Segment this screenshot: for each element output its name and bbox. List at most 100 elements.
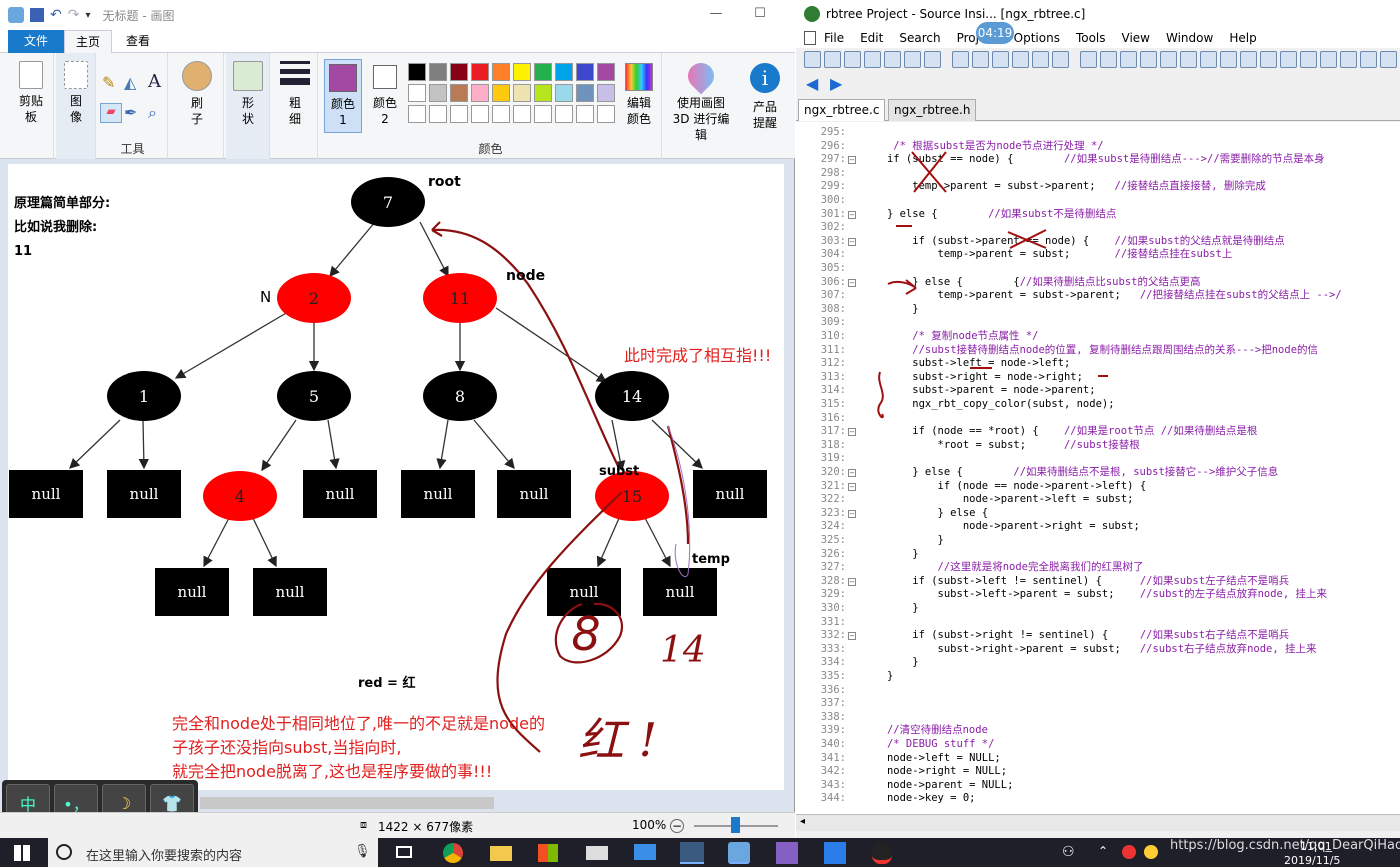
minimize-icon[interactable]: — <box>706 6 726 24</box>
color-swatch[interactable] <box>513 105 531 123</box>
color-swatch[interactable] <box>408 63 426 81</box>
color-swatch[interactable] <box>597 84 615 102</box>
people-icon[interactable]: ⚇ <box>1062 844 1075 860</box>
menu-view[interactable]: View <box>1122 31 1150 45</box>
shapes-button[interactable]: 形状 <box>230 61 266 127</box>
menu-tools[interactable]: Tools <box>1076 31 1106 45</box>
code-editor[interactable]: 295: 296: /* 根据subst是否为node节点进行处理 */297: −… <box>796 122 1400 814</box>
toolbar-button-icon[interactable] <box>1280 51 1297 68</box>
toolbar-button-icon[interactable] <box>924 51 941 68</box>
fold-toggle-icon[interactable]: − <box>848 577 856 586</box>
eraser-icon[interactable]: ▰ <box>100 103 122 123</box>
text-icon[interactable]: A <box>148 71 161 92</box>
color-swatch[interactable] <box>597 63 615 81</box>
color-swatch[interactable] <box>492 105 510 123</box>
undo-icon[interactable]: ↶ <box>50 7 62 23</box>
fold-toggle-icon[interactable]: − <box>848 632 856 641</box>
microphone-icon[interactable]: 🎙 <box>354 844 371 859</box>
color-swatch[interactable] <box>471 105 489 123</box>
toolbar-button-icon[interactable] <box>844 51 861 68</box>
toolbar-button-icon[interactable] <box>1360 51 1377 68</box>
back-arrow-icon[interactable]: ◀ <box>806 74 818 93</box>
toolbar-button-icon[interactable] <box>1012 51 1029 68</box>
paint-hscrollbar[interactable] <box>200 797 494 809</box>
color-swatch[interactable] <box>408 105 426 123</box>
task-view-icon[interactable] <box>396 846 412 858</box>
quick-access-dropdown-icon[interactable]: ▾ <box>85 10 90 21</box>
color-swatch[interactable] <box>450 105 468 123</box>
menu-options[interactable]: Options <box>1014 31 1060 45</box>
color1-button[interactable]: 颜色 1 <box>324 59 362 133</box>
fill-icon[interactable]: ◭ <box>124 73 136 92</box>
color-swatch[interactable] <box>429 105 447 123</box>
toolbar-button-icon[interactable] <box>1120 51 1137 68</box>
wps-icon[interactable] <box>824 842 846 864</box>
color-swatch[interactable] <box>471 84 489 102</box>
size-button[interactable]: 粗细 <box>276 61 314 127</box>
fold-toggle-icon[interactable]: − <box>848 509 856 518</box>
color-swatch[interactable] <box>513 84 531 102</box>
toolbar-button-icon[interactable] <box>1340 51 1357 68</box>
store-icon[interactable] <box>538 844 558 862</box>
fold-toggle-icon[interactable]: − <box>848 237 856 246</box>
color-swatch[interactable] <box>534 63 552 81</box>
fold-toggle-icon[interactable]: − <box>848 428 856 437</box>
color-swatch[interactable] <box>576 63 594 81</box>
scroll-left-icon[interactable]: ◂ <box>800 816 805 827</box>
menu-search[interactable]: Search <box>899 31 940 45</box>
chrome-icon[interactable] <box>443 843 463 863</box>
toolbar-button-icon[interactable] <box>1180 51 1197 68</box>
toolbar-button-icon[interactable] <box>1100 51 1117 68</box>
tab-ngx-rbtree-c[interactable]: ngx_rbtree.c <box>798 99 886 121</box>
taskbar-clock-time[interactable]: 11:01 <box>1300 840 1332 853</box>
color-swatch[interactable] <box>534 84 552 102</box>
color-swatch[interactable] <box>597 105 615 123</box>
product-alert-button[interactable]: i 产品提醒 <box>744 63 786 131</box>
color-swatch[interactable] <box>429 84 447 102</box>
image-button[interactable]: 图像 <box>60 61 92 125</box>
source-insight-taskbar-icon[interactable] <box>680 842 704 864</box>
tray-app-icon-1[interactable] <box>1122 845 1136 859</box>
tab-file[interactable]: 文件 <box>8 30 64 53</box>
color-swatch[interactable] <box>513 63 531 81</box>
tab-home[interactable]: 主页 <box>64 30 112 53</box>
toolbar-button-icon[interactable] <box>1200 51 1217 68</box>
zoom-slider-thumb[interactable] <box>731 817 740 833</box>
si-hscrollbar[interactable]: ◂ <box>796 814 1400 831</box>
toolbar-button-icon[interactable] <box>1320 51 1337 68</box>
paint3d-button[interactable]: 使用画图 3D 进行编辑 <box>668 57 734 143</box>
color-swatch[interactable] <box>576 105 594 123</box>
toolbar-button-icon[interactable] <box>1380 51 1397 68</box>
paint-canvas[interactable]: 7 2 11 1 5 8 14 4 15 null null null null null null null… <box>8 164 784 790</box>
tab-view[interactable]: 查看 <box>114 30 162 53</box>
toolbar-button-icon[interactable] <box>972 51 989 68</box>
pc-icon[interactable] <box>634 844 656 860</box>
menu-help[interactable]: Help <box>1229 31 1256 45</box>
toolbar-button-icon[interactable] <box>1300 51 1317 68</box>
toolbar-button-icon[interactable] <box>1032 51 1049 68</box>
color-swatch[interactable] <box>450 63 468 81</box>
toolbar-button-icon[interactable] <box>804 51 821 68</box>
toolbar-button-icon[interactable] <box>952 51 969 68</box>
fold-toggle-icon[interactable]: − <box>848 278 856 287</box>
color-swatch[interactable] <box>450 84 468 102</box>
toolbar-button-icon[interactable] <box>1052 51 1069 68</box>
color-swatch[interactable] <box>492 63 510 81</box>
fold-toggle-icon[interactable]: − <box>848 469 856 477</box>
color-swatch[interactable] <box>408 84 426 102</box>
color-swatch[interactable] <box>429 63 447 81</box>
toolbar-button-icon[interactable] <box>824 51 841 68</box>
tab-ngx-rbtree-h[interactable]: ngx_rbtree.h <box>888 99 977 121</box>
toolbar-button-icon[interactable] <box>1160 51 1177 68</box>
redo-icon[interactable]: ↷ <box>68 7 80 23</box>
magnifier-icon[interactable]: ⌕ <box>148 103 157 123</box>
pencil-icon[interactable]: ✎ <box>102 73 115 92</box>
maximize-icon[interactable]: ☐ <box>750 6 770 24</box>
zoom-out-button[interactable]: − <box>670 819 684 833</box>
color-swatch[interactable] <box>534 105 552 123</box>
mail-icon[interactable] <box>586 846 608 860</box>
toolbar-button-icon[interactable] <box>1080 51 1097 68</box>
toolbar-button-icon[interactable] <box>1220 51 1237 68</box>
color2-button[interactable]: 颜色 2 <box>366 59 404 127</box>
color-swatch[interactable] <box>555 63 573 81</box>
